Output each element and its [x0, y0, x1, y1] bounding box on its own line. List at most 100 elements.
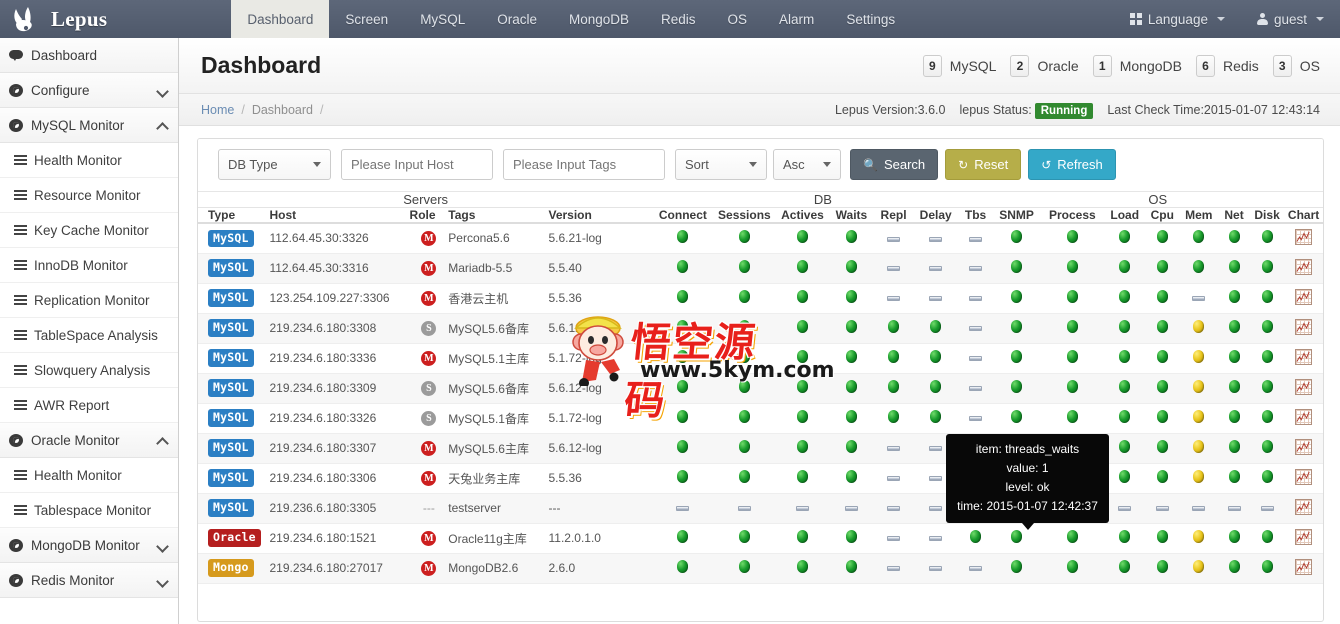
status-dot-ok[interactable] [738, 440, 750, 453]
sidebar-item-health-monitor[interactable]: Health Monitor [0, 143, 178, 178]
status-dot-ok[interactable] [796, 260, 808, 273]
table-row[interactable]: MySQL 219.234.6.180:3326 S MySQL5.1备库 5.1.72… [198, 403, 1323, 433]
status-dot-ok[interactable] [1228, 260, 1240, 273]
status-dot-ok[interactable] [1119, 350, 1131, 363]
col-mem[interactable]: Mem [1179, 207, 1219, 224]
status-dot-ok[interactable] [1228, 350, 1240, 363]
sort-select[interactable]: Sort [675, 149, 767, 180]
status-dash[interactable] [676, 506, 690, 512]
status-dot-ok[interactable] [677, 320, 689, 333]
status-dot-ok[interactable] [845, 440, 857, 453]
status-dot-ok[interactable] [1011, 410, 1023, 423]
nav-item-alarm[interactable]: Alarm [763, 0, 830, 38]
status-dot-ok[interactable] [1011, 530, 1023, 543]
status-dash[interactable] [969, 566, 983, 572]
sidebar-item-slowquery-analysis[interactable]: Slowquery Analysis [0, 353, 178, 388]
status-dash[interactable] [929, 506, 943, 512]
status-dash[interactable] [969, 356, 983, 362]
status-dash[interactable] [887, 506, 901, 512]
status-dot-warn[interactable] [1193, 530, 1205, 543]
status-dot-ok[interactable] [677, 380, 689, 393]
status-dot-warn[interactable] [1193, 410, 1205, 423]
status-dot-ok[interactable] [677, 290, 689, 303]
status-dot-ok[interactable] [1119, 530, 1131, 543]
table-row[interactable]: MySQL 219.234.6.180:3307 M MySQL5.6主库 5.6.12… [198, 433, 1323, 463]
status-dot-ok[interactable] [845, 560, 857, 573]
sidebar-item-oracle-health-monitor[interactable]: Health Monitor [0, 458, 178, 493]
table-row[interactable]: Mongo 219.234.6.180:27017 M MongoDB2.6 2.6.0 [198, 553, 1323, 583]
status-dot-ok[interactable] [796, 290, 808, 303]
status-dot-ok[interactable] [1228, 530, 1240, 543]
host-input[interactable] [341, 149, 493, 180]
status-dot-ok[interactable] [845, 350, 857, 363]
status-dot-ok[interactable] [1228, 230, 1240, 244]
status-dot-ok[interactable] [1119, 290, 1131, 303]
status-dot-ok[interactable] [796, 560, 808, 573]
status-dot-ok[interactable] [796, 440, 808, 453]
status-dot-ok[interactable] [1228, 560, 1240, 573]
language-menu[interactable]: Language [1114, 0, 1241, 38]
status-dot-ok[interactable] [738, 560, 750, 573]
status-dash[interactable] [969, 236, 983, 242]
status-dot-ok[interactable] [738, 530, 750, 543]
status-dot-ok[interactable] [1261, 470, 1273, 483]
status-dash[interactable] [929, 476, 943, 482]
status-dot-ok[interactable] [1228, 440, 1240, 453]
status-dot-ok[interactable] [1228, 410, 1240, 423]
status-dash[interactable] [929, 566, 943, 572]
col-net[interactable]: Net [1218, 207, 1250, 224]
sidebar-item-dashboard[interactable]: Dashboard [0, 38, 178, 73]
status-dot-ok[interactable] [845, 320, 857, 333]
table-row[interactable]: MySQL 219.234.6.180:3336 M MySQL5.1主库 5.1.72… [198, 343, 1323, 373]
col-snmp[interactable]: SNMP [992, 207, 1041, 224]
status-dot-ok[interactable] [796, 380, 808, 393]
status-dot-ok[interactable] [1261, 410, 1273, 423]
status-dot-ok[interactable] [1066, 350, 1078, 363]
nav-item-redis[interactable]: Redis [645, 0, 712, 38]
status-dash[interactable] [887, 236, 901, 242]
status-dash[interactable] [887, 476, 901, 482]
table-row[interactable]: MySQL 219.234.6.180:3309 S MySQL5.6备库 5.6.12… [198, 373, 1323, 403]
status-dot-warn[interactable] [1193, 350, 1205, 363]
status-dot-ok[interactable] [1119, 440, 1131, 453]
status-dash[interactable] [969, 416, 983, 422]
status-dot-ok[interactable] [1228, 380, 1240, 393]
status-dot-ok[interactable] [1119, 410, 1131, 423]
status-dot-ok[interactable] [930, 350, 942, 363]
status-dot-ok[interactable] [677, 470, 689, 483]
status-dot-ok[interactable] [1066, 530, 1078, 543]
status-dash[interactable] [969, 326, 983, 332]
status-dot-ok[interactable] [845, 380, 857, 393]
chart-icon[interactable] [1295, 228, 1313, 245]
status-dot-warn[interactable] [1193, 380, 1205, 393]
status-dot-ok[interactable] [1066, 410, 1078, 423]
reset-button[interactable]: ↻ Reset [945, 149, 1022, 180]
status-dash[interactable] [1192, 296, 1206, 302]
status-dash[interactable] [887, 536, 901, 542]
status-dot-ok[interactable] [970, 530, 982, 543]
status-dot-ok[interactable] [1261, 230, 1273, 244]
table-row[interactable]: MySQL 112.64.45.30:3316 M Mariadb-5.5 5.5.40 [198, 253, 1323, 283]
col-tbs[interactable]: Tbs [958, 207, 993, 224]
status-dot-ok[interactable] [677, 230, 689, 244]
status-dot-ok[interactable] [888, 320, 900, 333]
status-dot-warn[interactable] [1193, 320, 1205, 333]
status-dot-ok[interactable] [845, 260, 857, 273]
status-dot-ok[interactable] [1066, 290, 1078, 303]
col-disk[interactable]: Disk [1250, 207, 1285, 224]
status-dot-ok[interactable] [1261, 350, 1273, 363]
status-dot-ok[interactable] [1156, 350, 1168, 363]
status-dot-ok[interactable] [738, 410, 750, 423]
status-dot-ok[interactable] [796, 320, 808, 333]
status-dot-ok[interactable] [1261, 380, 1273, 393]
status-dot-ok[interactable] [845, 290, 857, 303]
status-dot-ok[interactable] [930, 380, 942, 393]
col-connect[interactable]: Connect [653, 207, 713, 224]
status-dot-warn[interactable] [1193, 560, 1205, 573]
db-type-select[interactable]: DB Type [218, 149, 331, 180]
status-dot-ok[interactable] [738, 290, 750, 303]
status-dot-ok[interactable] [1066, 260, 1078, 273]
status-dash[interactable] [887, 296, 901, 302]
status-dot-ok[interactable] [888, 410, 900, 423]
status-dot-ok[interactable] [1228, 320, 1240, 333]
